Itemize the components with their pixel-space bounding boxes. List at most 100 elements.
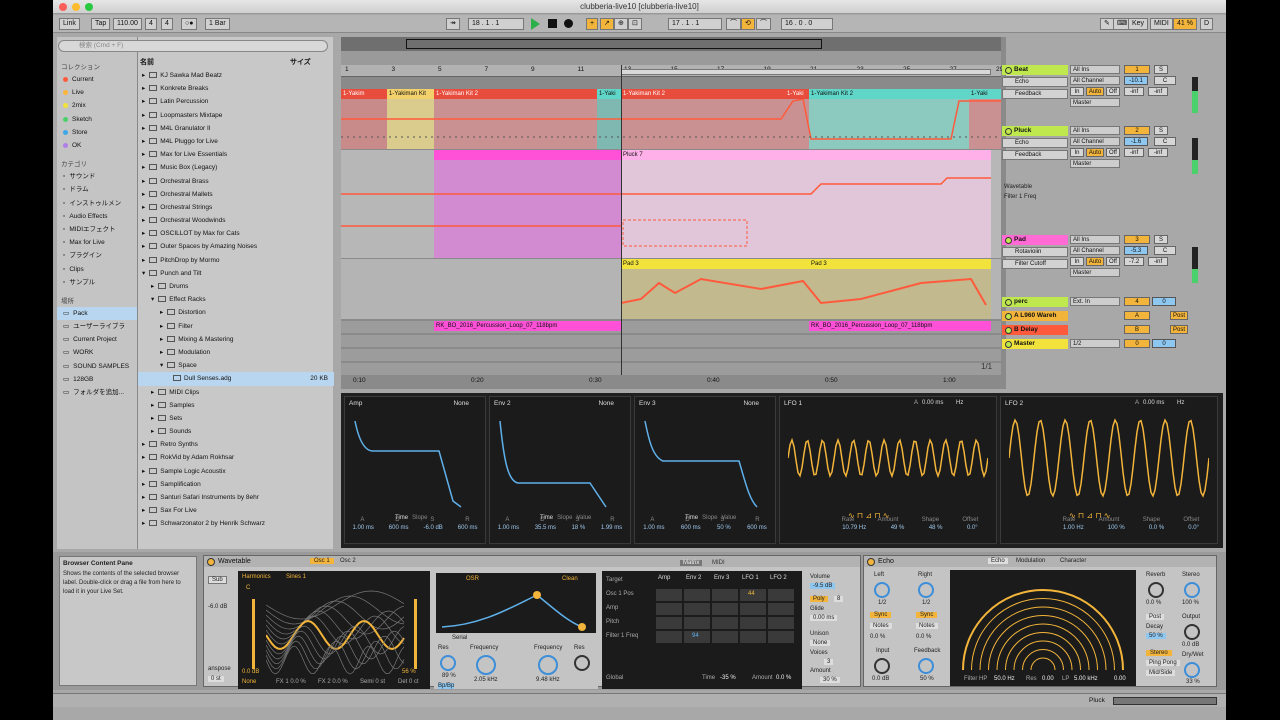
freq2-value[interactable]: 9.48 kHz [536,677,560,683]
envelope-value[interactable]: -6.0 dB [423,525,442,531]
feedback-knob[interactable] [918,658,934,674]
browser-file-item[interactable]: ▾ Effect Racks [138,293,334,306]
disclosure-triangle-icon[interactable]: ▸ [142,112,145,119]
envelope-graph[interactable] [639,411,773,511]
track-activator[interactable]: 0 [1124,339,1150,348]
lfo-value[interactable]: 0.0° [967,525,978,531]
envelope-value[interactable]: 1.00 ms [498,525,519,531]
filter-hp-value[interactable]: 50.0 Hz [994,676,1015,682]
browser-file-item[interactable]: ▸ Sounds [138,425,334,438]
browser-file-item[interactable]: ▸ KJ Sawka Mad Beatz [138,69,334,82]
browser-file-item[interactable]: ▸ M4L Granulator II [138,122,334,135]
browser-file-item[interactable]: ▸ OSCILLOT by Max for Cats [138,227,334,240]
pad-lane[interactable]: Pad 3 Pad 3 [341,259,1001,319]
category-item[interactable]: ▫ ドラム [57,183,137,196]
browser-file-item[interactable]: ▸ Konkrete Breaks [138,82,334,95]
matrix-cell[interactable] [712,617,738,629]
monitor-auto-button[interactable]: Auto [1086,257,1104,266]
disclosure-triangle-icon[interactable]: ▸ [142,494,145,501]
left-notes-menu[interactable]: Notes [870,623,892,629]
disclosure-triangle-icon[interactable]: ▸ [142,191,145,198]
browser-file-item[interactable]: ▸ Sax For Live [138,504,334,517]
stop-icon[interactable] [548,19,557,28]
detune-value[interactable]: Det 0 ct [398,679,419,685]
res1-knob[interactable] [440,655,456,671]
time-ruler[interactable]: 0:10 0:20 0:30 0:40 0:50 1:00 [341,375,1001,387]
disclosure-triangle-icon[interactable]: ▸ [151,415,154,422]
matrix-cell[interactable] [656,589,682,601]
browser-file-item[interactable]: ▸ Outer Spaces by Amazing Noises [138,240,334,253]
loop-brace[interactable] [621,69,991,75]
right-time-knob[interactable] [918,582,934,598]
monitor-in-button[interactable]: In [1070,148,1084,157]
lfo-value[interactable]: 0.0° [1188,525,1199,531]
clip-beat-3[interactable]: 1-Yakiman Kit 2 [434,89,597,99]
lfo-value[interactable]: 0.0 % [1149,525,1164,531]
browser-file-item[interactable]: ▸ RokVid by Adam Rokhsar [138,451,334,464]
matrix-row-label[interactable]: Osc 1 Pos [606,591,634,597]
input-channel-menu[interactable]: All Channel [1070,76,1120,85]
matrix-cell[interactable] [768,589,794,601]
disclosure-triangle-icon[interactable]: ▸ [160,336,163,343]
poly-button[interactable]: Poly [810,596,828,602]
parameter-chooser[interactable]: Feedback [1002,89,1068,99]
left-sync-button[interactable]: Sync [870,612,892,618]
filter-display[interactable]: OSR Clean [436,573,596,633]
monitor-off-button[interactable]: Off [1106,87,1120,96]
arrangement-position[interactable]: 18 . 1 . 1 [468,18,524,30]
lfo-value[interactable]: 1.00 Hz [1063,525,1084,531]
disclosure-triangle-icon[interactable]: ▸ [142,230,145,237]
browser-file-item[interactable]: ▸ M4L Pluggo for Live [138,135,334,148]
disclosure-triangle-icon[interactable]: ▸ [142,468,145,475]
right-offset[interactable]: 0.0 % [916,634,931,640]
place-item[interactable]: ▭ SOUND SAMPLES [57,360,137,373]
disclosure-triangle-icon[interactable]: ▸ [142,217,145,224]
browser-file-item[interactable]: ▸ Music Box (Legacy) [138,161,334,174]
poly-voices[interactable]: 8 [834,596,844,602]
left-time-knob[interactable] [874,582,890,598]
envelope-mode-menu[interactable]: None [743,400,759,407]
send-a-value[interactable]: -7.2 [1124,257,1144,266]
env3-panel[interactable]: Env 3 None Time Slope Value 1.00 ms 600 ms 50 %… [634,396,776,544]
browser-file-item[interactable]: Dull Senses.adg 20 KB [138,372,334,386]
matrix-cell[interactable] [656,631,682,643]
browser-file-item[interactable]: ▾ Punch and Tilt [138,267,334,280]
session-record-icon[interactable]: ⊡ [628,18,642,30]
browser-file-item[interactable]: ▸ Filter [138,320,334,333]
disclosure-triangle-icon[interactable]: ▸ [142,151,145,158]
clip-beat-5[interactable]: 1-Yaki [597,89,621,99]
track-volume[interactable]: -5.3 [1124,246,1148,255]
browser-file-item[interactable]: ▸ Sample Logic Acoustix [138,465,334,478]
left-time-value[interactable]: 1/2 [878,600,886,606]
beat-lane[interactable]: 1-Yakim 1-Yakiman Kit 1-Yakiman Kit 2 1-… [341,89,1001,149]
lfo-waveform[interactable] [788,413,988,503]
env2-panel[interactable]: Env 2 None Time Slope Value 1.00 ms 35.5 ms 18 … [489,396,631,544]
disclosure-triangle-icon[interactable]: ▸ [142,454,145,461]
clip-beat-2[interactable]: 1-Yakiman Kit [387,89,434,99]
time-signature-numerator[interactable]: 4 [145,18,157,30]
track-volume[interactable]: 0 [1152,339,1176,348]
send-b-value[interactable]: -inf [1148,257,1168,266]
disclosure-triangle-icon[interactable]: ▸ [142,243,145,250]
midi-tab[interactable]: MIDI [712,560,725,566]
oscillator-display[interactable]: Harmonics Sines 1 C 0.0 dB 56 % None FX … [238,571,430,689]
osc-position-value[interactable]: 56 % [402,669,416,675]
freq1-value[interactable]: 2.05 kHz [474,677,498,683]
lane-parameter-label[interactable]: Filter 1 Freq [1004,194,1036,200]
stereo-value[interactable]: 100 % [1182,600,1199,606]
collection-item[interactable]: 2mix [57,99,137,112]
matrix-cell[interactable] [712,603,738,615]
follow-icon[interactable]: ↠ [446,18,460,30]
category-item[interactable]: ▫ Clips [57,262,137,275]
lfo-value[interactable]: 48 % [929,525,943,531]
input-value[interactable]: 0.0 dB [872,676,889,682]
wavetable-graph[interactable] [266,585,406,675]
browser-file-item[interactable]: ▸ Orchestral Woodwinds [138,214,334,227]
browser-file-item[interactable]: ▸ Max for Live Essentials [138,148,334,161]
wavetable-select[interactable]: Sines 1 [286,574,306,580]
matrix-cell[interactable] [740,603,766,615]
osc-gain-value[interactable]: 0.0 dB [242,669,259,675]
disclosure-triangle-icon[interactable]: ▸ [142,72,145,79]
matrix-cell[interactable] [768,617,794,629]
clip-perc-1[interactable]: RK_BO_2016_Percussion_Loop_07_118bpm [434,321,621,331]
